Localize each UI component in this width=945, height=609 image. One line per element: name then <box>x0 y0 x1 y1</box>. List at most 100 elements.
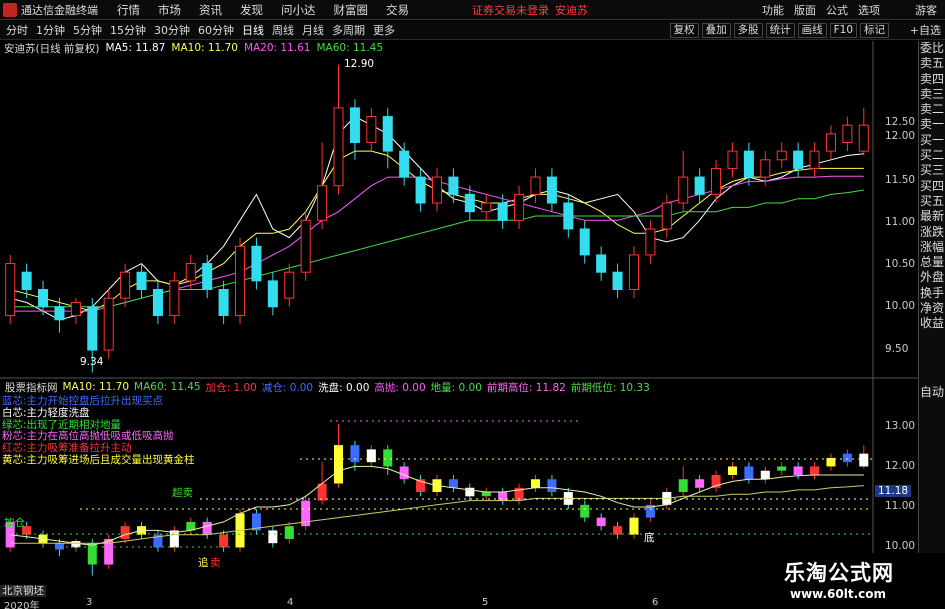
ind-tick: 10.00 <box>885 540 916 552</box>
ma5-label: MA5: 11.87 <box>105 42 166 54</box>
di-annotation: 底 <box>644 532 655 544</box>
rp-change-pct[interactable]: 涨幅 <box>919 240 945 255</box>
ind-candle-body <box>350 445 360 463</box>
candle-body <box>858 124 869 152</box>
huaxian-button[interactable]: 画线 <box>797 23 827 38</box>
rp-weibi[interactable]: 委比 <box>919 41 945 56</box>
candle-body <box>382 116 393 152</box>
tf-1min[interactable]: 1分钟 <box>36 22 65 38</box>
rp-latest[interactable]: 最新 <box>919 209 945 224</box>
ind-ma60-label: MA60: 11.45 <box>134 381 201 393</box>
login-status[interactable]: 证券交易未登录 <box>472 2 549 18</box>
date-label: 3 <box>86 597 93 608</box>
rp-buy4[interactable]: 买四 <box>919 179 945 194</box>
guest-label[interactable]: 游客 <box>915 2 937 18</box>
price-tick: 12.00 <box>885 130 916 142</box>
candle-body <box>431 176 443 204</box>
rp-earnings[interactable]: 收益 <box>919 316 945 331</box>
timeframe-toolbar: 分时 1分钟 5分钟 15分钟 30分钟 60分钟 日线 周线 月线 多周期 更… <box>0 21 945 40</box>
bottom-info: 北京钢坯 <box>0 583 46 598</box>
tf-fenshi[interactable]: 分时 <box>6 22 28 38</box>
menu-item-banmian[interactable]: 版面 <box>794 2 816 18</box>
ind-candle-body <box>744 466 754 480</box>
tongji-button[interactable]: 统计 <box>765 23 795 38</box>
rp-sell4[interactable]: 卖四 <box>919 72 945 87</box>
fuquan-button[interactable]: 复权 <box>669 23 699 38</box>
jiancang-label: 减仓: 0.00 <box>261 381 314 394</box>
ind-candle-body <box>793 466 803 475</box>
rp-sell1[interactable]: 卖一 <box>919 117 945 132</box>
tf-5min[interactable]: 5分钟 <box>73 22 102 38</box>
ind-candle-body <box>530 479 541 488</box>
menu-item-jiaoyi[interactable]: 交易 <box>386 2 409 18</box>
candle-body <box>776 150 787 161</box>
candle-body <box>169 280 180 316</box>
add-watchlist-button[interactable]: +自选 <box>910 22 941 38</box>
tf-30min[interactable]: 30分钟 <box>154 22 190 38</box>
bottom-stock-label[interactable]: 北京钢坯 <box>0 585 46 597</box>
menu-item-gongshi[interactable]: 公式 <box>826 2 848 18</box>
xipan-label: 洗盘: 0.00 <box>318 381 370 394</box>
ind-tick: 11.00 <box>885 500 916 512</box>
menu-item-faxian[interactable]: 发现 <box>240 2 263 18</box>
candle-body <box>842 124 853 143</box>
menu-item-wenxiaoda[interactable]: 问小达 <box>281 2 316 18</box>
ind-tick: 12.00 <box>885 460 916 472</box>
price-tick: 12.50 <box>885 116 916 128</box>
tf-60min[interactable]: 60分钟 <box>198 22 234 38</box>
candle-body <box>202 263 213 291</box>
rp-netasset[interactable]: 净资 <box>919 301 945 316</box>
rp-sell2[interactable]: 卖二 <box>919 102 945 117</box>
main-chart-header: 安迪苏(日线 前复权) MA5: 11.87 MA10: 11.70 MA20:… <box>0 41 383 55</box>
ind-candle-body <box>448 479 458 488</box>
rp-volume[interactable]: 总量 <box>919 255 945 270</box>
menu-item-hangqing[interactable]: 行情 <box>117 2 140 18</box>
indicator-name[interactable]: 股票指标网 <box>5 380 58 395</box>
candle-body <box>300 219 311 273</box>
rp-outer[interactable]: 外盘 <box>919 270 945 285</box>
ind-candle-body <box>695 479 705 488</box>
rp-change[interactable]: 涨跌 <box>919 225 945 240</box>
toolbar-right: 复权 叠加 多股 统计 画线 F10 标记 <box>667 21 889 40</box>
f10-button[interactable]: F10 <box>829 23 857 38</box>
menu-item-gongneng[interactable]: 功能 <box>762 2 784 18</box>
menu-bar: 通达信金融终端 行情 市场 资讯 发现 问小达 财富圈 交易 证券交易未登录 安… <box>0 0 945 20</box>
duogu-button[interactable]: 多股 <box>733 23 763 38</box>
rp-sell5[interactable]: 卖五 <box>919 56 945 71</box>
chaomai-annotation: 超卖 <box>172 487 193 499</box>
ind-candle-body <box>202 521 212 535</box>
menu-item-zixun[interactable]: 资讯 <box>199 2 222 18</box>
ind-candle-body <box>366 449 376 463</box>
candle-body <box>267 280 278 308</box>
candle-body <box>399 150 410 178</box>
menu-item-xuanxiang[interactable]: 选项 <box>858 2 880 18</box>
tf-more[interactable]: 更多 <box>373 22 395 38</box>
zhui-annotation: 追 <box>198 557 209 569</box>
tf-15min[interactable]: 15分钟 <box>110 22 146 38</box>
gaopao-label: 高抛: 0.00 <box>374 381 426 394</box>
tf-weekly[interactable]: 周线 <box>272 22 294 38</box>
date-label: 5 <box>482 597 489 608</box>
qianqi-low-label: 前期低位: 10.33 <box>570 381 650 394</box>
biaoji-button[interactable]: 标记 <box>860 23 889 38</box>
ind-candle-body <box>87 543 97 565</box>
chart-area[interactable] <box>0 41 918 609</box>
tf-daily[interactable]: 日线 <box>242 22 264 38</box>
ind-candle-body <box>777 466 787 471</box>
menu-item-caifuquan[interactable]: 财富圈 <box>334 2 369 18</box>
rp-buy5[interactable]: 买五 <box>919 194 945 209</box>
tf-monthly[interactable]: 月线 <box>302 22 324 38</box>
rp-turnover[interactable]: 换手 <box>919 286 945 301</box>
rp-buy1[interactable]: 买一 <box>919 133 945 148</box>
rp-auto[interactable]: 自动 <box>919 385 945 400</box>
rp-buy3[interactable]: 买三 <box>919 163 945 178</box>
tf-multi[interactable]: 多周期 <box>332 22 365 38</box>
candle-body <box>333 107 344 187</box>
rp-buy2[interactable]: 买二 <box>919 148 945 163</box>
rp-sell3[interactable]: 卖三 <box>919 87 945 102</box>
app-logo-icon <box>3 2 17 17</box>
diejia-button[interactable]: 叠加 <box>701 23 731 38</box>
ma60-label: MA60: 11.45 <box>316 42 384 54</box>
candle-body <box>464 193 475 213</box>
menu-item-shichang[interactable]: 市场 <box>158 2 181 18</box>
